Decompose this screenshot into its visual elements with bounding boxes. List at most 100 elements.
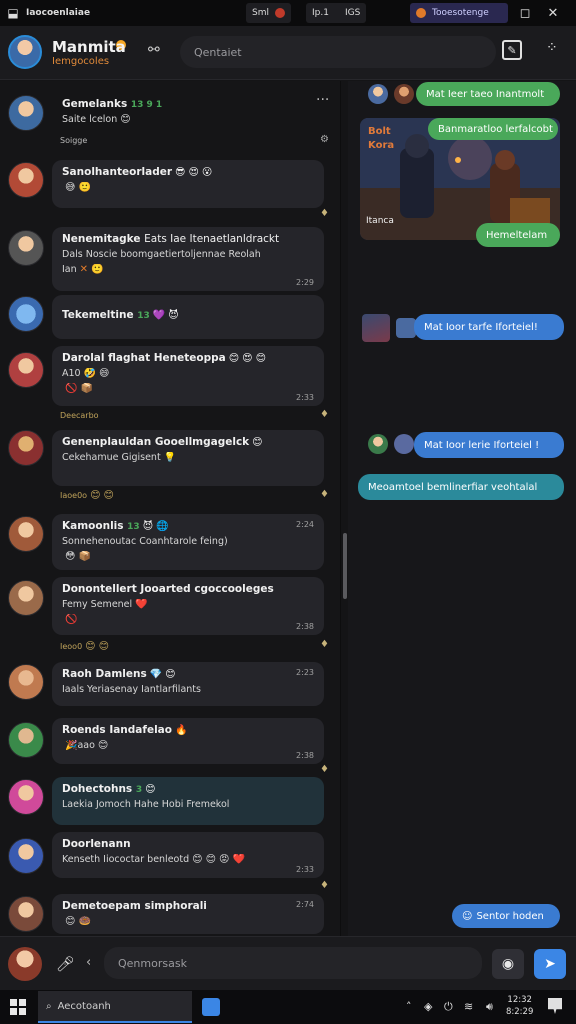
- conversation-item[interactable]: Donontellert Jooarted cgoccooleges Femy …: [52, 577, 324, 635]
- conversation-avatar[interactable]: [8, 95, 44, 131]
- conversation-time: 2:33: [296, 393, 314, 402]
- conversation-avatar[interactable]: [8, 896, 44, 932]
- settings-icon[interactable]: ⚙: [320, 134, 329, 145]
- conversation-reactions: 😅 🙂: [65, 182, 91, 193]
- app-name: Iaocoenlaiae: [26, 8, 91, 18]
- smile-icon: ☺: [462, 910, 473, 922]
- message-input[interactable]: Qenmorsask: [104, 947, 482, 979]
- conversation-title: Genenplauldan Gooellmgagelck 😊: [62, 436, 263, 448]
- power-icon[interactable]: ⏻: [444, 1000, 453, 1014]
- message-bubble[interactable]: ☺ Sentor hoden: [452, 904, 560, 928]
- message-bubble[interactable]: Mat Ioor lerie Iforteiel !: [414, 432, 564, 458]
- my-avatar-small[interactable]: [8, 947, 42, 981]
- list-scrollbar[interactable]: [343, 533, 347, 599]
- my-avatar[interactable]: [8, 35, 42, 69]
- wifi-icon[interactable]: ≋: [464, 1000, 473, 1013]
- search-input[interactable]: Qentaiet: [180, 36, 496, 68]
- notification-icon[interactable]: [548, 998, 562, 1014]
- link-icon[interactable]: ⚯: [148, 42, 160, 58]
- game-overlay-top: Bolt: [368, 126, 391, 137]
- conversation-title: Tekemeltine 13 💜 😈: [62, 309, 179, 321]
- taskbar-search[interactable]: ⌕ Aecotoanh: [38, 991, 192, 1023]
- message-bubble[interactable]: Banmaratloo lerfalcobt: [428, 118, 558, 140]
- titlebar-chip-1[interactable]: Sml: [246, 3, 291, 23]
- conversation-avatar[interactable]: [8, 722, 44, 758]
- reaction-icon[interactable]: ♦: [320, 880, 329, 891]
- conversation-avatar[interactable]: [8, 664, 44, 700]
- network-icon[interactable]: ◈: [424, 1000, 432, 1013]
- conversation-preview: Iaals Yeriasenay Iantlarfilants: [62, 684, 201, 695]
- conversation-reactions: 🚫 📦: [65, 383, 93, 394]
- message-text: Mat Ioor lerie Iforteiel !: [424, 439, 540, 451]
- conversation-preview: Dals Noscie boomgaetiertoljennae Reolah: [62, 249, 261, 260]
- conversation-item[interactable]: Dohectohns 3 😊 Laekia Jomoch Hahe Hobi Fr…: [52, 777, 324, 825]
- conversation-preview: Saite lcelon 😊: [62, 114, 131, 125]
- chip-3-label: IGS: [344, 8, 361, 18]
- titlebar-chip-2[interactable]: Ip.1 IGS: [306, 3, 367, 23]
- send-icon[interactable]: ➤: [534, 949, 566, 979]
- conversation-item[interactable]: Darolal flaghat Heneteoppa 😊 😍 😊 A10 🤣 😄 🚫 📦 2…: [52, 346, 324, 406]
- more-icon[interactable]: ⁘: [546, 40, 558, 56]
- sender-icon: [394, 434, 414, 454]
- conversation-item[interactable]: Nenemitagke Eats Iae Itenaetlanldrackt D…: [52, 227, 324, 291]
- message-bubble[interactable]: Hemeltelam: [476, 223, 560, 247]
- conversation-item[interactable]: Raoh Damlens 💎 😊 Iaals Yeriasenay Iantlarf…: [52, 662, 324, 706]
- message-text: Mat Ieer taeo Inantmolt: [426, 88, 545, 100]
- conversation-avatar[interactable]: [8, 580, 44, 616]
- message-bubble[interactable]: Meoamtoel bemlinerfiar veohtalal: [358, 474, 564, 500]
- conversation-time: 2:38: [296, 622, 314, 631]
- restore-icon[interactable]: ◻: [514, 3, 536, 23]
- profile-name[interactable]: Manmita: [52, 38, 126, 56]
- conversation-title: Gemelanks 13 9 1: [62, 98, 163, 110]
- conversation-avatar[interactable]: [8, 352, 44, 388]
- conversation-item[interactable]: Doorlenann Kenseth Iiococtar benleotd 😊 😊 😡…: [52, 832, 324, 878]
- conversation-preview: Cekehamue Gigisent 💡: [62, 452, 177, 463]
- sender-avatar[interactable]: [368, 84, 388, 104]
- message-bubble[interactable]: Mat Ieer taeo Inantmolt: [416, 82, 560, 106]
- conversation-item[interactable]: Gemelanks 13 9 1 Saite lcelon 😊: [52, 92, 324, 131]
- conversation-title: Sanolhanteorlader 😎 😍 😮: [62, 166, 213, 178]
- reaction-icon[interactable]: ♦: [320, 409, 329, 420]
- reaction-icon[interactable]: ♦: [320, 489, 329, 500]
- new-chat-icon[interactable]: ✎: [502, 40, 522, 60]
- message-text: Hemeltelam: [486, 229, 548, 241]
- chevron-left-icon[interactable]: ‹: [86, 955, 91, 970]
- conversation-avatar[interactable]: [8, 230, 44, 266]
- volume-icon[interactable]: 🔊︎: [486, 1000, 493, 1014]
- chevron-up-icon[interactable]: ˄: [406, 1000, 412, 1013]
- search-icon: ⌕: [46, 1000, 52, 1012]
- sender-avatar[interactable]: [394, 84, 414, 104]
- conversation-item[interactable]: Kamoonlis 13 😈 🌐 Sonnehenoutac Coanhtarole…: [52, 514, 324, 570]
- conversation-avatar[interactable]: [8, 838, 44, 874]
- reaction-icon[interactable]: ♦: [320, 639, 329, 650]
- conversation-avatar[interactable]: [8, 779, 44, 815]
- mic-icon[interactable]: 🎤︎: [56, 955, 75, 973]
- conversation-item[interactable]: Genenplauldan Gooellmgagelck 😊 Cekehamue …: [52, 430, 324, 486]
- conversation-avatar[interactable]: [8, 296, 44, 332]
- taskbar-clock[interactable]: 12:32 8:2:29: [506, 994, 533, 1018]
- conversation-time: 2:23: [296, 668, 314, 677]
- conversation-preview: A10 🤣 😄: [62, 368, 110, 379]
- taskbar-app-icon[interactable]: [202, 998, 220, 1016]
- conversation-reactions: 😊 🍩: [65, 916, 91, 927]
- sender-avatar[interactable]: [368, 434, 388, 454]
- windows-start-icon[interactable]: [10, 999, 26, 1015]
- message-bubble[interactable]: Mat Ioor tarfe Iforteiel!: [414, 314, 564, 340]
- conversation-item[interactable]: Demetoepam simphorali 😊 🍩 2:74: [52, 894, 324, 934]
- orange-dot-icon: [416, 8, 426, 18]
- conversation-avatar[interactable]: [8, 430, 44, 466]
- sender-avatar[interactable]: [362, 314, 390, 342]
- titlebar-active-chip[interactable]: Tooesotenge: [410, 3, 508, 23]
- conversation-avatar[interactable]: [8, 162, 44, 198]
- camera-icon[interactable]: ◉: [492, 949, 524, 979]
- conversation-item[interactable]: Roends Iandafelao 🔥 🎉aao 😊 2:38: [52, 718, 324, 764]
- conversation-preview: Laekia Jomoch Hahe Hobi Fremekol: [62, 799, 230, 810]
- conversation-time: 2:38: [296, 751, 314, 760]
- conversation-item[interactable]: Tekemeltine 13 💜 😈: [52, 295, 324, 339]
- reaction-icon[interactable]: ♦: [320, 764, 329, 775]
- conversation-avatar[interactable]: [8, 516, 44, 552]
- reaction-icon[interactable]: ♦: [320, 208, 329, 219]
- close-icon[interactable]: ✕: [542, 3, 564, 23]
- search-placeholder: Qentaiet: [194, 45, 242, 59]
- conversation-item[interactable]: Sanolhanteorlader 😎 😍 😮 😅 🙂: [52, 160, 324, 208]
